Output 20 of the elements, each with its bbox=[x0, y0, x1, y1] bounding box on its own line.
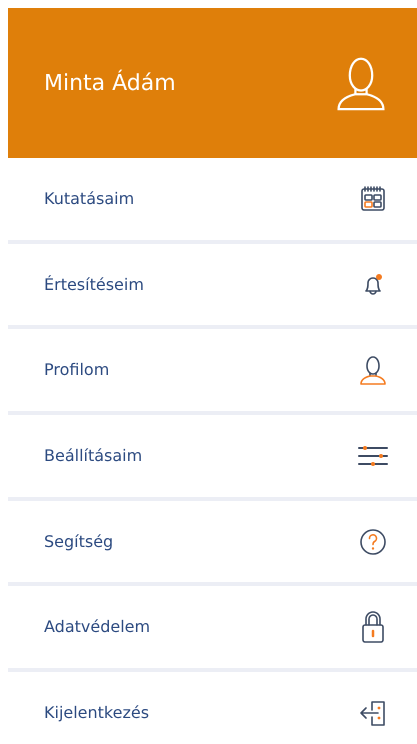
menu-label: Beállításaim bbox=[44, 444, 142, 467]
menu-item[interactable]: Adatvédelem bbox=[8, 586, 417, 672]
lock-icon bbox=[360, 610, 386, 644]
menu-label: Kutatásaim bbox=[44, 188, 134, 210]
menu-item[interactable]: Kutatásaim bbox=[8, 158, 417, 244]
menu-item[interactable]: Beállításaim bbox=[8, 415, 417, 501]
calendar-icon bbox=[359, 184, 387, 213]
menu-item[interactable]: Kijelentkezés bbox=[8, 672, 417, 744]
menu-label: Segítség bbox=[44, 530, 114, 553]
user-name: Minta Ádám bbox=[44, 68, 176, 98]
sliders-icon bbox=[357, 444, 389, 468]
menu-item[interactable]: Segítség bbox=[8, 500, 417, 586]
menu-label: Adatvédelem bbox=[44, 616, 150, 638]
menu-item[interactable]: Profilom bbox=[8, 329, 417, 416]
help-icon bbox=[358, 526, 388, 557]
menu-item[interactable]: Értesítéseim bbox=[8, 244, 417, 330]
menu-label: Profilom bbox=[44, 359, 110, 382]
menu-label: Kijelentkezés bbox=[44, 702, 150, 724]
person-icon bbox=[358, 354, 388, 386]
menu-label: Értesítéseim bbox=[44, 274, 144, 296]
